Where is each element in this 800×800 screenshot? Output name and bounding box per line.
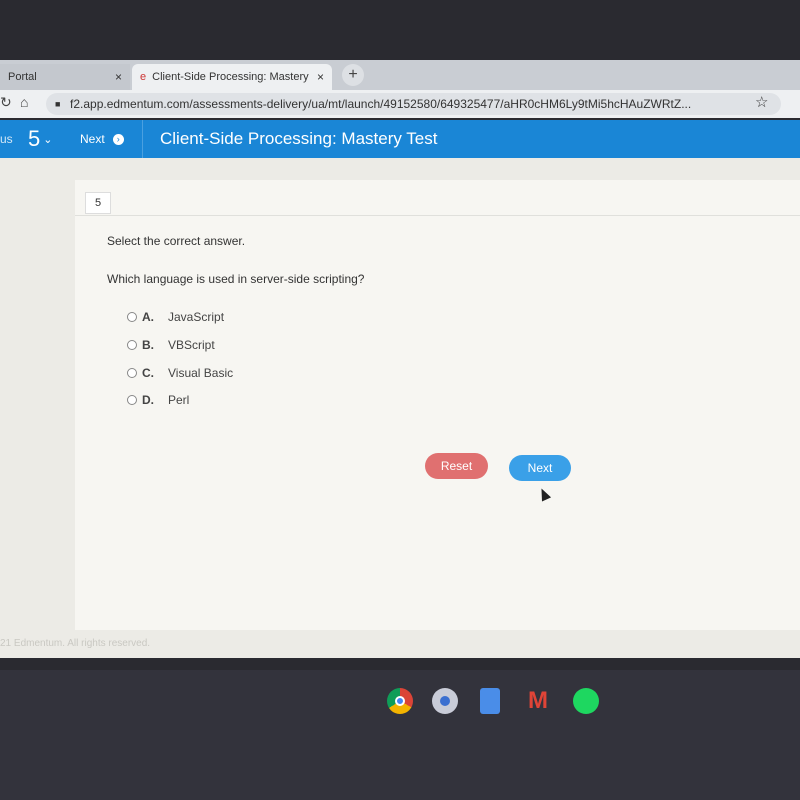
tab-strip: Portal × e Client-Side Processing: Mastery… — [0, 60, 800, 90]
assessment-header: us 5 ⌄ Next › Client-Side Processing: Mast… — [0, 120, 800, 158]
new-tab-button[interactable]: + — [342, 64, 364, 86]
option-b[interactable]: B. VBScript — [127, 338, 215, 352]
tab-label: Portal — [8, 71, 37, 83]
question-number: 5 — [85, 192, 111, 214]
header-next-label: Next — [80, 132, 105, 146]
radio-button[interactable] — [127, 395, 137, 405]
tab-label: Client-Side Processing: Mastery — [152, 71, 309, 83]
option-letter: C. — [142, 366, 154, 380]
option-text: Visual Basic — [168, 366, 234, 380]
gmail-icon[interactable]: M — [525, 688, 551, 714]
tab-portal[interactable]: Portal × — [0, 64, 130, 90]
copyright-footer: 21 Edmentum. All rights reserved. — [0, 638, 151, 649]
reset-button[interactable]: Reset — [425, 453, 488, 479]
url-text: f2.app.edmentum.com/assessments-delivery… — [70, 97, 692, 111]
question-selector-value: 5 — [28, 126, 41, 151]
question-selector[interactable]: 5 ⌄ — [28, 120, 52, 158]
page-title: Client-Side Processing: Mastery Test — [160, 129, 438, 148]
header-next-button[interactable]: Next › — [80, 120, 124, 158]
divider — [75, 215, 800, 216]
option-letter: B. — [142, 338, 154, 352]
reload-icon[interactable]: ↻ — [0, 94, 12, 111]
radio-button[interactable] — [127, 368, 137, 378]
docs-icon[interactable] — [480, 688, 500, 714]
option-text: VBScript — [168, 338, 215, 352]
option-letter: A. — [142, 310, 154, 324]
camera-icon[interactable] — [432, 688, 458, 714]
option-text: JavaScript — [168, 310, 225, 324]
radio-button[interactable] — [127, 312, 137, 322]
close-icon[interactable]: × — [317, 70, 324, 84]
lock-icon: ■ — [55, 99, 61, 109]
home-icon[interactable]: ⌂ — [20, 94, 28, 110]
tab-mastery-test[interactable]: e Client-Side Processing: Mastery × — [132, 64, 332, 90]
question-prompt: Which language is used in server-side sc… — [107, 272, 365, 286]
address-bar-row: ↻ ⌂ ■ f2.app.edmentum.com/assessments-del… — [0, 90, 800, 118]
option-letter: D. — [142, 393, 154, 407]
url-input[interactable]: ■ f2.app.edmentum.com/assessments-deliver… — [46, 93, 781, 115]
question-card: 5 Select the correct answer. Which langu… — [75, 180, 800, 630]
mouse-cursor-icon — [536, 486, 552, 502]
edmentum-favicon-icon: e — [140, 71, 147, 83]
option-d[interactable]: D. Perl — [127, 393, 189, 407]
option-text: Perl — [168, 393, 190, 407]
spotify-icon[interactable] — [573, 688, 599, 714]
instruction: Select the correct answer. — [107, 234, 246, 248]
arrow-right-circle-icon: › — [112, 133, 124, 145]
chrome-icon[interactable] — [387, 688, 413, 714]
content-area: 5 Select the correct answer. Which langu… — [0, 158, 800, 658]
next-button[interactable]: Next — [509, 455, 571, 481]
header-cut-text: us — [0, 132, 13, 146]
option-a[interactable]: A. JavaScript — [127, 310, 224, 324]
chevron-down-icon: ⌄ — [43, 133, 53, 146]
bookmark-star-icon[interactable]: ☆ — [755, 93, 768, 111]
radio-button[interactable] — [127, 340, 137, 350]
os-shelf: M — [0, 670, 800, 800]
option-c[interactable]: C. Visual Basic — [127, 366, 233, 380]
divider — [142, 120, 143, 158]
close-icon[interactable]: × — [115, 70, 122, 84]
